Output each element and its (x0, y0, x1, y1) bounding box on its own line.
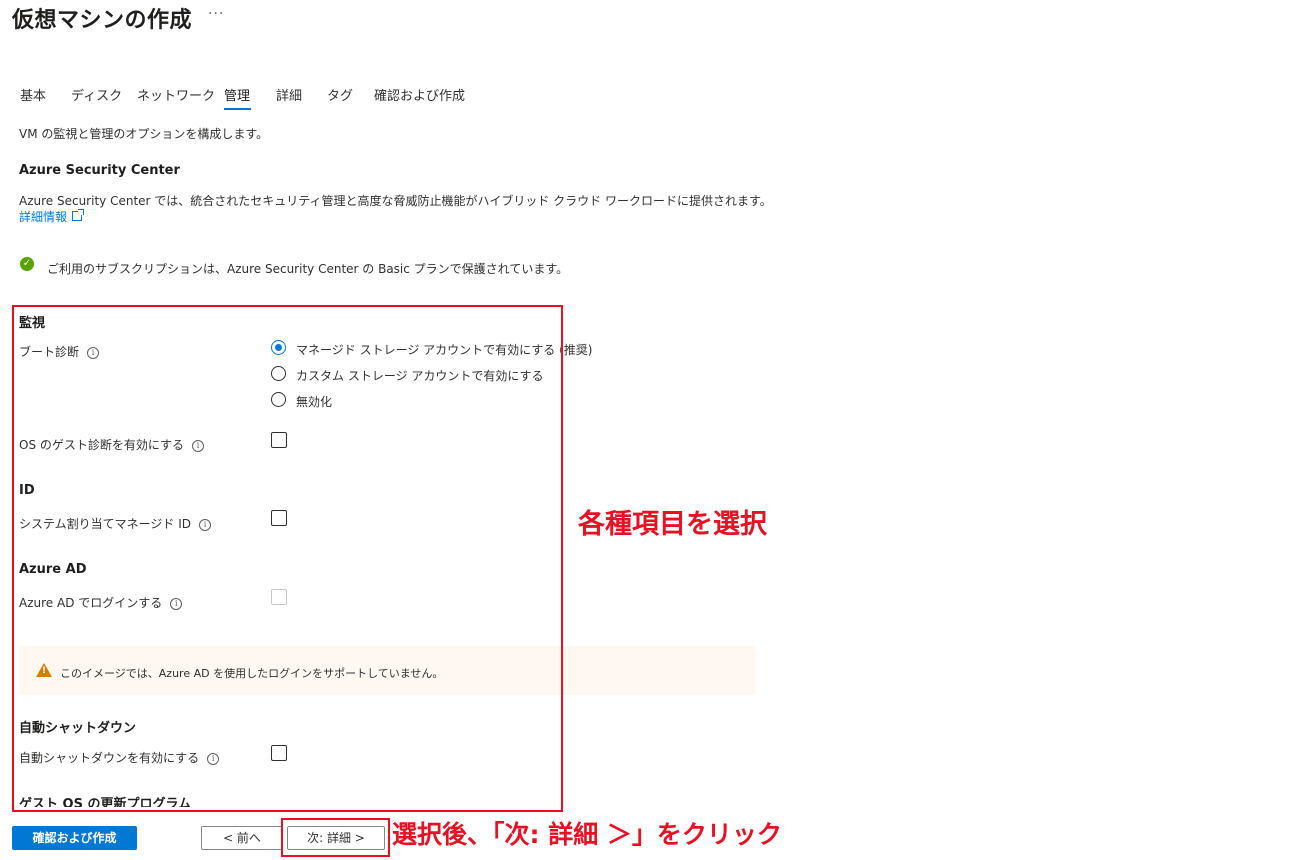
tab-disks[interactable]: ディスク (71, 85, 122, 104)
active-tab-indicator (224, 108, 251, 110)
tab-review-create[interactable]: 確認および作成 (374, 85, 465, 104)
annotation-settings-box (12, 305, 563, 812)
intro-text: VM の監視と管理のオプションを構成します。 (19, 127, 269, 141)
previous-button[interactable]: < 前へ (201, 826, 283, 850)
page-title: 仮想マシンの作成 (12, 8, 193, 33)
tab-management[interactable]: 管理 (224, 85, 250, 104)
tab-networking[interactable]: ネットワーク (137, 85, 215, 104)
security-description: Azure Security Center では、統合されたセキュリティ管理と高… (19, 194, 772, 208)
security-heading: Azure Security Center (19, 163, 180, 178)
tab-advanced[interactable]: 詳細 (276, 85, 302, 104)
external-link-icon (72, 209, 85, 221)
annotation-next-box (281, 818, 390, 857)
more-options-icon[interactable]: ··· (208, 6, 224, 22)
review-create-button[interactable]: 確認および作成 (12, 826, 137, 850)
learn-more-link[interactable]: 詳細情報 (19, 208, 85, 225)
success-check-icon: ✓ (20, 257, 34, 271)
security-status: ご利用のサブスクリプションは、Azure Security Center の B… (47, 262, 569, 276)
annotation-select-items: 各種項目を選択 (578, 509, 767, 540)
tab-basics[interactable]: 基本 (20, 85, 46, 104)
annotation-click-next: 選択後、「次: 詳細 ＞」をクリック (392, 820, 782, 849)
learn-more-text[interactable]: 詳細情報 (19, 210, 67, 224)
tab-tags[interactable]: タグ (327, 85, 353, 104)
